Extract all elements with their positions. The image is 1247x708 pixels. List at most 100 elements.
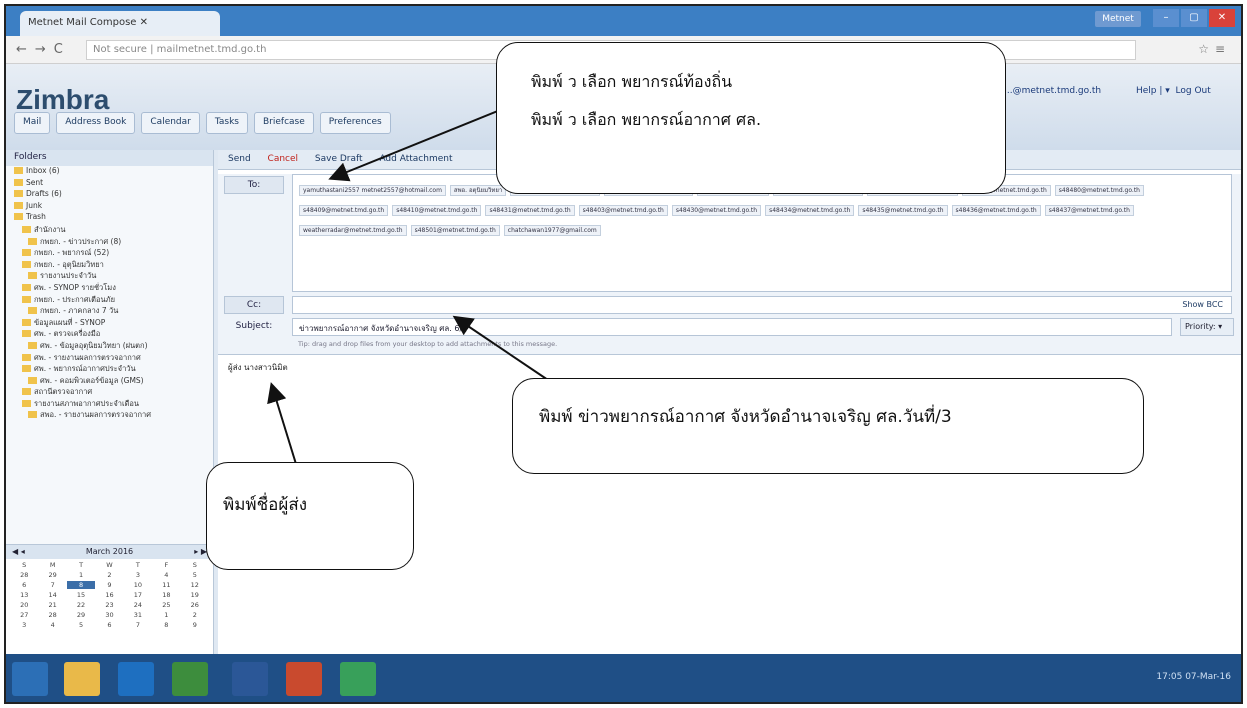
- folder-item[interactable]: ศพ. - รายงานผลการตรวจอากาศ: [6, 352, 213, 364]
- folders-header[interactable]: Folders: [6, 150, 213, 166]
- folder-item[interactable]: Drafts (6): [6, 189, 213, 201]
- folder-item[interactable]: Sent: [6, 178, 213, 190]
- folder-item[interactable]: ศพ. - คอมพิวเตอร์ข้อมูล (GMS): [6, 375, 213, 387]
- calendar-day[interactable]: 26: [181, 601, 209, 609]
- calendar-day[interactable]: 14: [38, 591, 66, 599]
- calendar-day[interactable]: 2: [181, 611, 209, 619]
- folder-item[interactable]: Trash: [6, 212, 213, 224]
- recipient-chip[interactable]: s48436@metnet.tmd.go.th: [951, 205, 1041, 216]
- cc-label[interactable]: Cc:: [224, 296, 284, 314]
- clock-time[interactable]: 17:05: [1156, 672, 1182, 682]
- nav-buttons[interactable]: ←→C: [16, 42, 71, 57]
- calendar-day[interactable]: 28: [38, 611, 66, 619]
- calendar-day[interactable]: 2: [95, 571, 123, 579]
- folder-item[interactable]: ศพ. - ตรวจเครื่องมือ: [6, 328, 213, 340]
- calendar-day[interactable]: 15: [67, 591, 95, 599]
- internet-explorer-icon[interactable]: [118, 662, 154, 696]
- folder-item[interactable]: Inbox (6): [6, 166, 213, 178]
- calendar-day[interactable]: 8: [66, 581, 96, 589]
- calendar-day[interactable]: 1: [67, 571, 95, 579]
- calendar-day[interactable]: 3: [10, 621, 38, 629]
- folder-item[interactable]: สพอ. - รายงานผลการตรวจอากาศ: [6, 409, 213, 421]
- help-link[interactable]: Help | ▾: [1136, 86, 1170, 96]
- recipient-chip[interactable]: s48434@metnet.tmd.go.th: [765, 205, 855, 216]
- priority-select[interactable]: Priority: ▾: [1180, 318, 1234, 336]
- calendar-day[interactable]: 18: [152, 591, 180, 599]
- calendar-day[interactable]: 12: [181, 581, 209, 589]
- calendar-day[interactable]: 3: [124, 571, 152, 579]
- folder-item[interactable]: ข้อมูลแผนที่ - SYNOP: [6, 317, 213, 329]
- cc-field[interactable]: Show BCC: [292, 296, 1232, 314]
- browser-tab[interactable]: Metnet Mail Compose ✕: [20, 11, 220, 36]
- calendar-day[interactable]: 6: [10, 581, 38, 589]
- folder-item[interactable]: ศพ. - ข้อมูลอุตุนิยมวิทยา (ฝนตก): [6, 340, 213, 352]
- folder-item[interactable]: กพยก. - พยากรณ์ (52): [6, 247, 213, 259]
- calendar-day[interactable]: 27: [10, 611, 38, 619]
- calendar-day[interactable]: 7: [124, 621, 152, 629]
- calendar-day[interactable]: 7: [38, 581, 66, 589]
- calendar-day[interactable]: 9: [95, 581, 123, 589]
- calendar-day[interactable]: 30: [95, 611, 123, 619]
- folder-item[interactable]: ศพ. - พยากรณ์อากาศประจำวัน: [6, 363, 213, 375]
- minimize-icon[interactable]: –: [1153, 9, 1179, 27]
- calendar-day[interactable]: 13: [10, 591, 38, 599]
- tab-address-book[interactable]: Address Book: [56, 112, 136, 134]
- calendar-day[interactable]: 28: [10, 571, 38, 579]
- recipient-chip[interactable]: s48431@metnet.tmd.go.th: [485, 205, 575, 216]
- calendar-day[interactable]: 5: [67, 621, 95, 629]
- folder-item[interactable]: กพยก. - ภาคกลาง 7 วัน: [6, 305, 213, 317]
- add-attachment-button[interactable]: Add Attachment: [379, 154, 452, 164]
- tab-briefcase[interactable]: Briefcase: [254, 112, 314, 134]
- to-label[interactable]: To:: [224, 176, 284, 194]
- calendar-day[interactable]: 29: [67, 611, 95, 619]
- recipient-chip[interactable]: สพอ. อตุนิยมวิทยา: [449, 185, 507, 196]
- start-icon[interactable]: [12, 662, 48, 696]
- clock-date[interactable]: 07-Mar-16: [1185, 672, 1231, 682]
- maximize-icon[interactable]: ▢: [1181, 9, 1207, 27]
- tab-tasks[interactable]: Tasks: [205, 112, 248, 134]
- app2-icon[interactable]: [286, 662, 322, 696]
- chrome-icon[interactable]: [340, 662, 376, 696]
- tab-preferences[interactable]: Preferences: [319, 112, 391, 134]
- folder-item[interactable]: กพยก. - ประกาศเตือนภัย: [6, 294, 213, 306]
- calendar-day[interactable]: 11: [152, 581, 180, 589]
- calendar-day[interactable]: 17: [124, 591, 152, 599]
- app-icon[interactable]: [172, 662, 208, 696]
- recipient-chip[interactable]: yamuthastani2557 metnet2557@hotmail.com: [299, 185, 446, 196]
- folder-item[interactable]: กพยก. - อุตุนิยมวิทยา: [6, 259, 213, 271]
- calendar-day[interactable]: 21: [38, 601, 66, 609]
- calendar-day[interactable]: 1: [152, 611, 180, 619]
- calendar-day[interactable]: 25: [152, 601, 180, 609]
- calendar-day[interactable]: 22: [67, 601, 95, 609]
- recipient-chip[interactable]: s48501@metnet.tmd.go.th: [410, 225, 500, 236]
- calendar-day[interactable]: 24: [124, 601, 152, 609]
- user-badge[interactable]: Metnet: [1095, 11, 1141, 27]
- folder-item[interactable]: Junk: [6, 201, 213, 213]
- bookmark-star-icon[interactable]: ☆≡: [1198, 42, 1231, 56]
- recipient-chip[interactable]: s48409@metnet.tmd.go.th: [299, 205, 389, 216]
- send-button[interactable]: Send: [228, 154, 251, 164]
- folder-item[interactable]: กพยก. - ข่าวประกาศ (8): [6, 236, 213, 248]
- header-links[interactable]: Help | ▾ Log Out: [1136, 86, 1211, 96]
- cancel-button[interactable]: Cancel: [268, 154, 299, 164]
- tab-calendar[interactable]: Calendar: [141, 112, 200, 134]
- recipient-chip[interactable]: s48430@metnet.tmd.go.th: [671, 205, 762, 216]
- calendar-day[interactable]: 19: [181, 591, 209, 599]
- word-icon[interactable]: [232, 662, 268, 696]
- subject-field[interactable]: ข่าวพยากรณ์อากาศ จังหวัดอำนาจเจริญ ศล. 6…: [292, 318, 1172, 336]
- calendar-day[interactable]: 10: [124, 581, 152, 589]
- calendar-day[interactable]: 20: [10, 601, 38, 609]
- calendar-day[interactable]: 5: [181, 571, 209, 579]
- tab-mail[interactable]: Mail: [14, 112, 51, 134]
- file-explorer-icon[interactable]: [64, 662, 100, 696]
- folder-item[interactable]: รายงานประจำวัน: [6, 270, 213, 282]
- calendar-day[interactable]: 8: [152, 621, 180, 629]
- folder-item[interactable]: ศพ. - SYNOP รายชั่วโมง: [6, 282, 213, 294]
- calendar-day[interactable]: 29: [38, 571, 66, 579]
- show-bcc-link[interactable]: Show BCC: [1182, 300, 1223, 309]
- logout-link[interactable]: Log Out: [1176, 86, 1211, 96]
- folder-item[interactable]: รายงานสภาพอากาศประจำเดือน: [6, 398, 213, 410]
- calendar-day[interactable]: 31: [124, 611, 152, 619]
- close-icon[interactable]: ✕: [1209, 9, 1235, 27]
- recipient-chip[interactable]: s48437@metnet.tmd.go.th: [1044, 205, 1134, 216]
